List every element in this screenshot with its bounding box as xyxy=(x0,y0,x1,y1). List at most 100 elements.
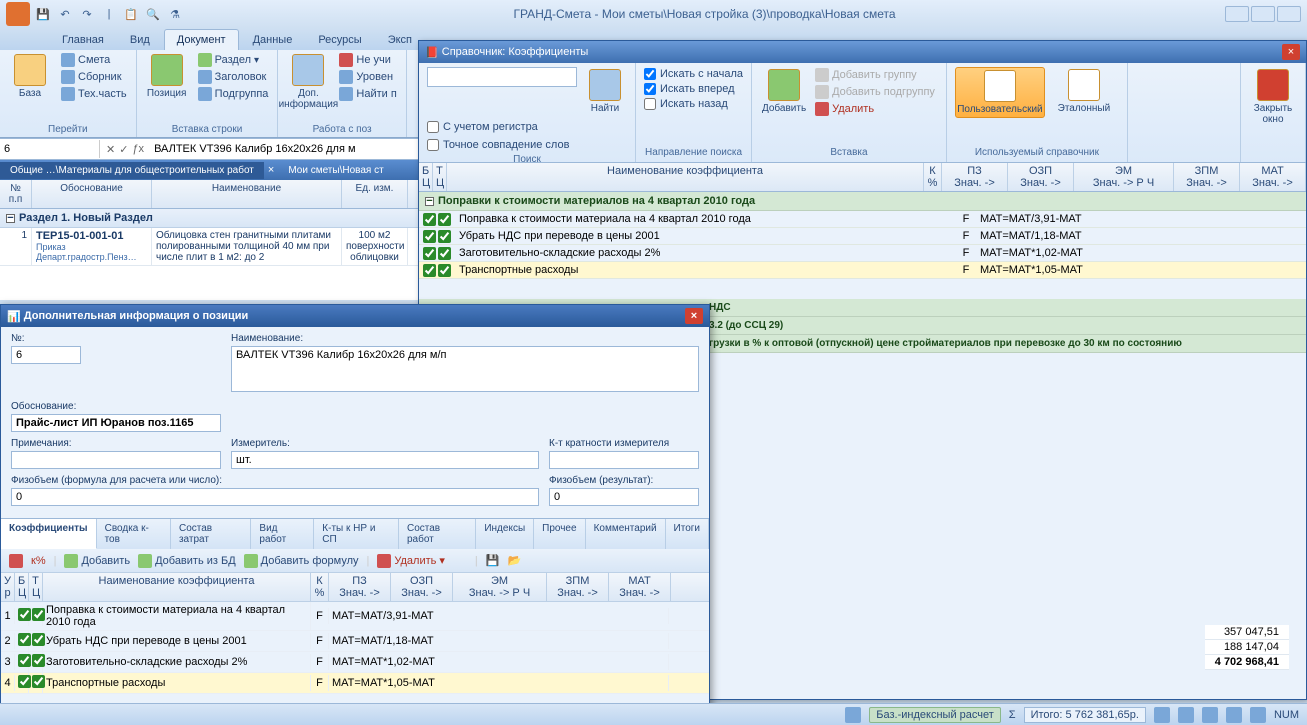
ref-add-button[interactable]: Добавить xyxy=(760,67,808,116)
tb-save-icon[interactable]: 💾 xyxy=(486,554,500,567)
tab-main[interactable]: Главная xyxy=(50,30,116,50)
cell-reference-input[interactable] xyxy=(0,140,100,158)
accept-fx-icon[interactable]: ✓ xyxy=(119,143,128,156)
ignore-button[interactable]: Не учи xyxy=(336,52,399,68)
header-button[interactable]: Заголовок xyxy=(195,69,272,85)
ref-row[interactable]: Заготовительно-складские расходы 2%FМАТ=… xyxy=(419,245,1306,262)
qat-redo-icon[interactable]: ↷ xyxy=(78,5,96,23)
pos-tab[interactable]: Итоги xyxy=(666,519,709,549)
pos-tab[interactable]: Индексы xyxy=(476,519,534,549)
tab-data[interactable]: Данные xyxy=(241,30,305,50)
inp-basis[interactable] xyxy=(11,414,221,432)
ref-row-chk-tc[interactable] xyxy=(438,230,451,243)
tab-resources[interactable]: Ресурсы xyxy=(306,30,373,50)
qat-filter-icon[interactable]: ⚗ xyxy=(166,5,184,23)
pos-tab[interactable]: Состав работ xyxy=(399,519,476,549)
inp-unit[interactable] xyxy=(231,451,539,469)
inp-mult[interactable] xyxy=(549,451,699,469)
subgroup-button[interactable]: Подгруппа xyxy=(195,86,272,102)
tb-add[interactable]: Добавить xyxy=(64,554,130,568)
ref-user-handbook[interactable]: Пользовательский xyxy=(955,67,1045,118)
status-icon-3[interactable] xyxy=(1178,707,1194,723)
pos-tab[interactable]: Комментарий xyxy=(586,519,666,549)
tb-k1[interactable] xyxy=(9,554,23,568)
techpart-button[interactable]: Тех.часть xyxy=(58,86,130,102)
chk-backward[interactable]: Искать назад xyxy=(644,97,743,111)
status-icon-2[interactable] xyxy=(1154,707,1170,723)
ref-row-chk-bc[interactable] xyxy=(423,264,436,277)
status-icon-5[interactable] xyxy=(1226,707,1242,723)
ref-close-button[interactable]: × xyxy=(1282,44,1300,60)
pos-tab[interactable]: Состав затрат xyxy=(171,519,251,549)
inp-notes[interactable] xyxy=(11,451,221,469)
ref-row-chk-bc[interactable] xyxy=(423,213,436,226)
inp-name[interactable]: ВАЛТЕК VT396 Калибр 16х20х26 для м/п xyxy=(231,346,699,392)
ref-close-window-button[interactable]: Закрыть окно xyxy=(1249,67,1297,127)
doc-tab-2[interactable]: Мои сметы\Новая ст xyxy=(278,162,393,179)
chk-from-start[interactable]: Искать с начала xyxy=(644,67,743,81)
doc-tab-1[interactable]: Общие …\Материалы для общестроительных р… xyxy=(0,162,264,179)
close-button[interactable] xyxy=(1277,6,1301,22)
pos-tab[interactable]: К-ты к НР и СП xyxy=(314,519,399,549)
qat-undo-icon[interactable]: ↶ xyxy=(56,5,74,23)
pos-tab[interactable]: Вид работ xyxy=(251,519,314,549)
ref-search-input[interactable] xyxy=(427,67,577,87)
pos-close-button[interactable]: × xyxy=(685,308,703,324)
pos-tab[interactable]: Прочее xyxy=(534,519,585,549)
ref-add-group[interactable]: Добавить группу xyxy=(812,67,938,83)
chk-exact[interactable]: Точное совпадение слов xyxy=(427,138,569,152)
sbornik-button[interactable]: Сборник xyxy=(58,69,130,85)
position-button[interactable]: Позиция xyxy=(143,52,191,101)
pos-tab[interactable]: Сводка к-тов xyxy=(97,519,171,549)
tb-open-icon[interactable]: 📂 xyxy=(507,554,521,567)
inp-fvol-f[interactable] xyxy=(11,488,539,506)
pos-grid-row[interactable]: 4Транспортные расходыFМАТ=МАТ*1,05-МАТ xyxy=(1,673,709,694)
tab-export[interactable]: Эксп xyxy=(376,30,424,50)
tb-add-db[interactable]: Добавить из БД xyxy=(138,554,236,568)
status-icon-1[interactable] xyxy=(845,707,861,723)
inp-fvol-r[interactable] xyxy=(549,488,699,506)
tb-delete[interactable]: Удалить ▾ xyxy=(377,554,445,568)
fx-icon[interactable]: ƒx xyxy=(132,143,144,156)
cancel-fx-icon[interactable]: ✕ xyxy=(106,143,115,156)
ref-row-chk-bc[interactable] xyxy=(423,247,436,260)
ref-row-chk-tc[interactable] xyxy=(438,213,451,226)
extra-info-button[interactable]: Доп. информация xyxy=(284,52,332,112)
findin-button[interactable]: Найти п xyxy=(336,86,399,102)
pos-tab[interactable]: Коэффициенты xyxy=(1,519,97,549)
ref-row-chk-tc[interactable] xyxy=(438,264,451,277)
pos-grid-row[interactable]: 3Заготовительно-складские расходы 2%FМАТ… xyxy=(1,652,709,673)
base-button[interactable]: База xyxy=(6,52,54,101)
tab-view[interactable]: Вид xyxy=(118,30,162,50)
maximize-button[interactable] xyxy=(1251,6,1275,22)
chk-forward[interactable]: Искать вперед xyxy=(644,82,743,96)
status-calc-mode[interactable]: Баз.-индексный расчет xyxy=(869,707,1000,723)
ref-add-subgroup[interactable]: Добавить подгруппу xyxy=(812,84,938,100)
ref-row-chk-tc[interactable] xyxy=(438,247,451,260)
chk-case[interactable]: С учетом регистра xyxy=(427,120,538,134)
ref-section-row[interactable]: −Поправки к стоимости материалов на 4 кв… xyxy=(419,192,1306,211)
ref-row[interactable]: Поправка к стоимости материала на 4 квар… xyxy=(419,211,1306,228)
smeta-button[interactable]: Смета xyxy=(58,52,130,68)
collapse-icon[interactable]: − xyxy=(6,214,15,223)
ref-find-button[interactable]: Найти xyxy=(583,67,627,116)
ref-delete[interactable]: Удалить xyxy=(812,101,938,117)
ref-etalon-handbook[interactable]: Эталонный xyxy=(1049,67,1119,116)
qat-find-icon[interactable]: 🔍 xyxy=(144,5,162,23)
pos-grid-row[interactable]: 1Поправка к стоимости материала на 4 ква… xyxy=(1,602,709,631)
minimize-button[interactable] xyxy=(1225,6,1249,22)
section-button[interactable]: Раздел ▾ xyxy=(195,52,272,68)
status-icon-6[interactable] xyxy=(1250,707,1266,723)
ref-row[interactable]: Транспортные расходыFМАТ=МАТ*1,05-МАТ xyxy=(419,262,1306,279)
tb-move-icon[interactable] xyxy=(453,554,467,568)
tab-document[interactable]: Документ xyxy=(164,29,239,50)
pos-grid-row[interactable]: 2Убрать НДС при переводе в цены 2001FМАТ… xyxy=(1,631,709,652)
ref-row-chk-bc[interactable] xyxy=(423,230,436,243)
qat-save-icon[interactable]: 💾 xyxy=(34,5,52,23)
doc-tab-close-icon[interactable]: × xyxy=(264,164,278,176)
tb-k2[interactable]: к% xyxy=(31,555,46,567)
qat-copy-icon[interactable]: 📋 xyxy=(122,5,140,23)
status-icon-4[interactable] xyxy=(1202,707,1218,723)
ref-row[interactable]: Убрать НДС при переводе в цены 2001FМАТ=… xyxy=(419,228,1306,245)
tb-add-formula[interactable]: Добавить формулу xyxy=(244,554,359,568)
